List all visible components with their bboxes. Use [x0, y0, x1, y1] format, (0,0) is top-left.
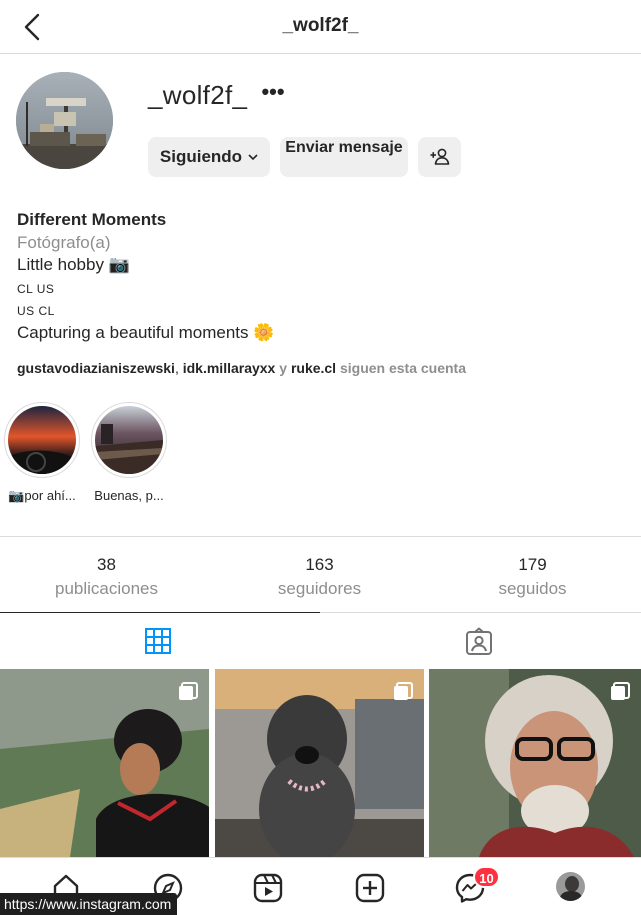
bio-line-2: CL US — [17, 282, 55, 296]
carousel-icon — [179, 682, 198, 700]
stat-following-label: seguidos — [498, 579, 567, 598]
new-post-icon[interactable] — [354, 872, 386, 904]
followed-by-text[interactable]: gustavodiazianiszewski, idk.millarayxx y… — [17, 360, 466, 376]
content-tabs — [0, 612, 641, 668]
add-user-button[interactable] — [418, 137, 461, 177]
top-bar: _wolf2f_ — [0, 0, 641, 54]
highlight-cover — [95, 406, 163, 474]
following-button[interactable]: Siguiendo — [148, 137, 270, 177]
send-message-button[interactable]: Enviar mensaje — [280, 137, 408, 177]
stat-following[interactable]: 179 seguidos — [426, 555, 639, 599]
stat-followers[interactable]: 163 seguidores — [213, 555, 426, 599]
profile-username: _wolf2f_ — [148, 80, 248, 110]
tagged-icon[interactable] — [464, 627, 494, 657]
story-highlight[interactable]: 📷por ahí... — [4, 402, 80, 503]
follower-link-3[interactable]: ruke.cl — [291, 360, 336, 376]
post-thumbnail[interactable] — [215, 669, 424, 857]
link-status-url: https://www.instagram.com — [0, 893, 178, 915]
messenger-badge: 10 — [473, 866, 500, 888]
add-user-icon — [430, 148, 449, 165]
stat-following-value: 179 — [518, 555, 547, 574]
story-highlight[interactable]: Buenas, p... — [91, 402, 167, 503]
highlight-label: Buenas, p... — [94, 488, 164, 503]
post-thumbnail[interactable] — [429, 669, 641, 857]
followed-suffix: siguen esta cuenta — [336, 360, 467, 376]
follower-link-2[interactable]: idk.millarayxx — [183, 360, 276, 376]
highlight-cover — [8, 406, 76, 474]
profile-avatar[interactable] — [16, 72, 113, 169]
bio-full-name: Different Moments — [17, 210, 167, 229]
carousel-icon — [611, 682, 630, 700]
stat-posts-value: 38 — [97, 555, 116, 574]
highlight-label: 📷por ahí... — [8, 488, 76, 503]
bio-line-3: US CL — [17, 304, 55, 318]
carousel-icon — [394, 682, 413, 700]
stat-posts-label: publicaciones — [54, 579, 158, 598]
profile-stats: 38 publicaciones 163 seguidores 179 segu… — [0, 536, 641, 612]
reels-icon[interactable] — [252, 872, 284, 904]
stat-posts[interactable]: 38 publicaciones — [0, 555, 213, 599]
stat-followers-value: 163 — [305, 555, 334, 574]
bio-category: Fotógrafo(a) — [17, 233, 111, 252]
post-thumbnail[interactable] — [0, 669, 209, 857]
highlight-ring — [4, 402, 80, 478]
follower-link-1[interactable]: gustavodiazianiszewski — [17, 360, 175, 376]
chevron-down-icon — [248, 154, 258, 161]
more-options-icon[interactable]: ••• — [256, 78, 290, 106]
page-title: _wolf2f_ — [282, 15, 359, 36]
followed-separator-2: y — [275, 360, 291, 376]
profile-nav-avatar[interactable] — [556, 872, 585, 901]
bio-line-4: Capturing a beautiful moments 🌼 — [17, 323, 275, 342]
active-tab-indicator — [0, 612, 320, 613]
stat-followers-label: seguidores — [277, 579, 362, 598]
grid-icon[interactable] — [144, 627, 174, 657]
bio-line-1: Little hobby 📷 — [17, 255, 130, 274]
followed-separator-1: , — [174, 360, 183, 376]
highlight-ring — [91, 402, 167, 478]
following-button-label: Siguiendo — [159, 147, 243, 166]
